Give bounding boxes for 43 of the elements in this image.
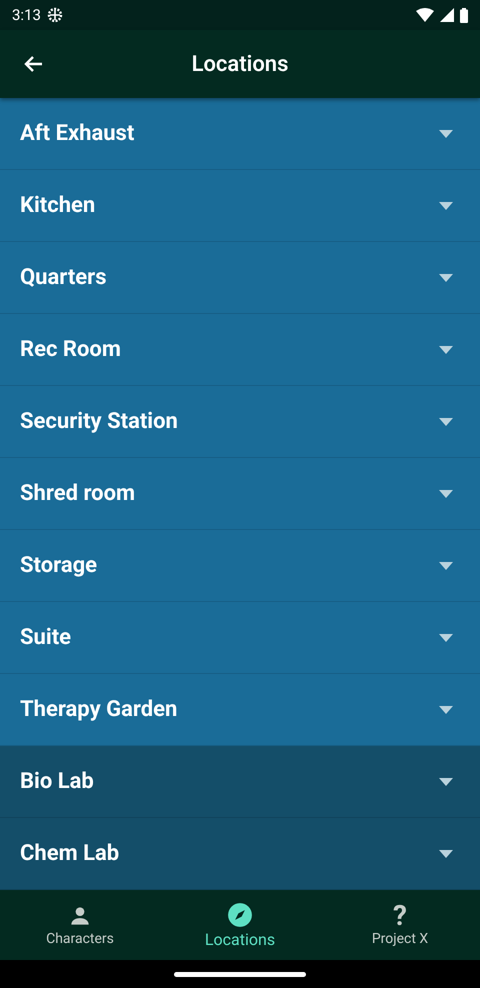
location-name: Shred room (20, 481, 136, 506)
caret-icon[interactable] (439, 274, 453, 282)
location-name: Quarters (20, 265, 108, 290)
location-name: Bio Lab (20, 769, 95, 794)
location-item[interactable]: Shred room (0, 458, 480, 530)
location-item[interactable]: Storage (0, 530, 480, 602)
location-name: Rec Room (20, 337, 122, 362)
screen-title: Locations (192, 52, 288, 76)
nav-tab[interactable]: ? Project X (320, 890, 480, 960)
caret-icon[interactable] (439, 778, 453, 786)
gear-icon (46, 7, 63, 23)
nav-tab[interactable]: Characters (0, 890, 160, 960)
location-item[interactable]: Security Station (0, 386, 480, 458)
caret-icon[interactable] (439, 346, 453, 354)
location-name: Aft Exhaust (20, 121, 136, 146)
location-name: Therapy Garden (20, 697, 178, 722)
battery-icon (460, 8, 468, 22)
location-item[interactable]: Rec Room (0, 314, 480, 386)
location-item[interactable]: Quarters (0, 242, 480, 314)
status-time: 3:13 (12, 6, 41, 24)
wifi-icon (416, 8, 434, 22)
help-icon: ? (393, 903, 407, 929)
caret-icon[interactable] (439, 850, 453, 858)
signal-icon (440, 8, 454, 22)
location-item[interactable]: Bio Lab (0, 746, 480, 818)
home-indicator[interactable] (174, 972, 306, 976)
location-item[interactable]: Kitchen (0, 170, 480, 242)
caret-icon[interactable] (439, 706, 453, 714)
location-name: Security Station (20, 409, 179, 434)
nav-tab[interactable]: Locations (160, 890, 320, 960)
caret-icon[interactable] (439, 418, 453, 426)
location-name: Kitchen (20, 193, 96, 218)
location-name: Chem Lab (20, 841, 120, 866)
compass-icon (227, 902, 253, 928)
caret-icon[interactable] (439, 130, 453, 138)
caret-icon[interactable] (439, 202, 453, 210)
caret-icon[interactable] (439, 490, 453, 498)
caret-icon[interactable] (439, 634, 453, 642)
location-name: Storage (20, 553, 98, 578)
caret-icon[interactable] (439, 562, 453, 570)
location-item[interactable]: Suite (0, 602, 480, 674)
location-item[interactable]: Aft Exhaust (0, 98, 480, 170)
location-name: Suite (20, 625, 72, 650)
